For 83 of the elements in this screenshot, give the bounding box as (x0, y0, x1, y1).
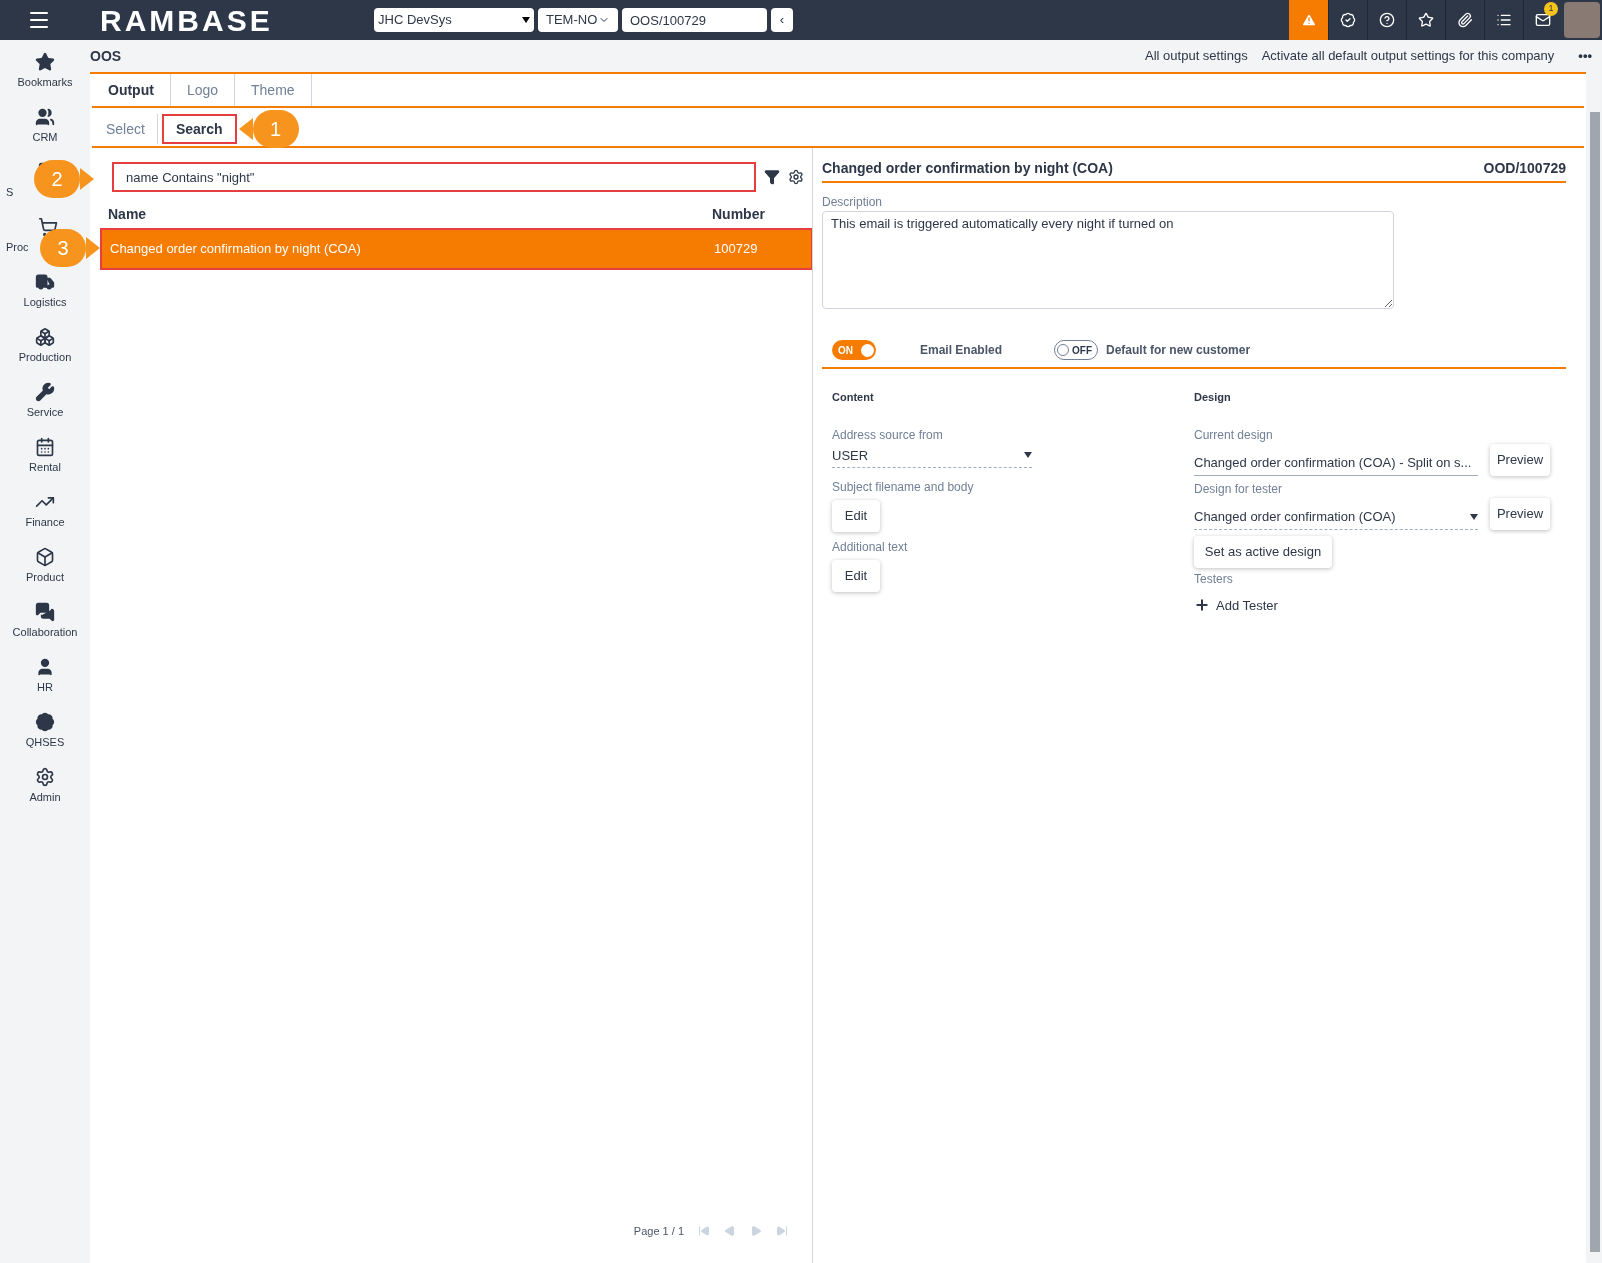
question-icon (1379, 12, 1395, 28)
star-icon (1418, 12, 1434, 28)
pointer-icon (238, 118, 253, 140)
sidebar-item[interactable]: Rental (29, 459, 61, 476)
sidebar-item[interactable]: Bookmarks (17, 74, 73, 91)
back-button[interactable]: ‹ (771, 8, 793, 32)
star-icon (35, 52, 55, 73)
table-cell-text: Changed order confirmation by night (COA) (110, 240, 362, 259)
warning-icon (1300, 12, 1317, 28)
subtab[interactable]: Select (94, 114, 158, 144)
sidebar-item[interactable]: Product (26, 569, 64, 586)
set-active-design-button[interactable]: Set as active design (1194, 535, 1332, 568)
sidebar-item[interactable]: Finance (25, 514, 65, 531)
field-label: Design for tester (1194, 480, 1284, 498)
description-field[interactable]: This email is triggered automatically every night if turned on (822, 211, 1394, 309)
box-icon (35, 547, 55, 568)
logo: RAMBASE (100, 2, 274, 39)
paperclip-icon (1457, 12, 1473, 28)
notification-badge: 1 (1544, 2, 1558, 16)
caret-icon (522, 17, 530, 23)
users-icon (35, 107, 55, 128)
tab[interactable]: Theme (235, 74, 312, 106)
field-label: Current design (1194, 426, 1274, 444)
filter-icon[interactable] (764, 169, 780, 185)
page-label: Page 1 / 1 (633, 1223, 684, 1239)
action-link[interactable]: All output settings (1145, 46, 1248, 66)
company-select[interactable]: JHC DevSys (374, 8, 534, 32)
preview-button[interactable]: Preview (1490, 443, 1550, 476)
field-label: Testers (1194, 570, 1234, 588)
column-header: Number (712, 204, 765, 224)
sidebar-item[interactable]: S (6, 184, 14, 201)
sidebar-item[interactable]: HR (37, 679, 53, 696)
wrench-icon (35, 382, 55, 403)
caret-icon (1024, 452, 1032, 459)
sidebar-item[interactable]: Service (26, 404, 64, 421)
region-select[interactable]: TEM-NO (538, 8, 618, 32)
tab[interactable]: Output (92, 74, 171, 106)
page-title: OOS (90, 46, 122, 66)
detail-title: Changed order confirmation by night (COA) (822, 159, 1113, 178)
field-label: Additional text (832, 539, 909, 556)
add-tester-button[interactable]: Add Tester (1194, 595, 1566, 615)
tester-design-select[interactable]: Changed order confirmation (COA) (1194, 505, 1478, 530)
more-button[interactable]: ••• (1578, 46, 1592, 66)
settings-icon[interactable] (788, 169, 804, 185)
sidebar-item[interactable]: Collaboration (12, 624, 78, 641)
subtab[interactable]: Search (161, 114, 237, 144)
edit-button[interactable]: Edit (832, 500, 880, 532)
action-link[interactable]: Activate all default output settings for this company (1261, 46, 1555, 66)
chat-icon (35, 602, 55, 623)
sidebar-item[interactable]: Proc (6, 239, 29, 256)
current-design-field[interactable]: Changed order confirmation (COA) - Split on s... (1194, 451, 1478, 476)
mail-button[interactable]: 1 (1523, 0, 1562, 40)
section-heading: Content (832, 390, 875, 405)
toggle-label: Email Enabled (920, 342, 1003, 359)
toggle-switch[interactable]: OFF (1054, 340, 1099, 360)
sidebar-item[interactable]: QHSES (25, 734, 65, 751)
address-source-select[interactable]: USER (832, 443, 1032, 468)
field-label: Description (822, 194, 884, 211)
pointer-icon (86, 237, 100, 259)
sidebar-item[interactable]: Logistics (23, 294, 67, 311)
table-cell-text: 100729 (714, 240, 758, 259)
tab[interactable]: Logo (170, 74, 236, 106)
preview-button[interactable]: Preview (1490, 497, 1550, 530)
toggle-label: Default for new customer (1106, 342, 1251, 359)
sidebar-item[interactable]: CRM (32, 129, 58, 146)
document-field[interactable]: OOS/100729 (622, 8, 767, 32)
settings-icon (35, 767, 55, 788)
boxes-icon (35, 327, 55, 348)
field-label: Address source from (832, 426, 944, 444)
field-label: Subject filename and body (832, 479, 975, 496)
caret-icon (1470, 513, 1478, 520)
sidebar-item[interactable]: Admin (29, 789, 61, 806)
edit-button[interactable]: Edit (832, 560, 880, 592)
sidebar-item[interactable]: Production (18, 349, 72, 366)
search-field[interactable]: name Contains "night" (112, 162, 756, 192)
user-icon (35, 657, 55, 678)
column-header: Name (108, 204, 148, 224)
pointer-icon (80, 168, 94, 190)
calendar-icon (35, 437, 55, 458)
section-heading: Design (1194, 390, 1232, 405)
detail-id: OOD/100729 (1483, 159, 1566, 178)
mail-icon (1535, 12, 1551, 28)
list-icon (1496, 12, 1512, 28)
